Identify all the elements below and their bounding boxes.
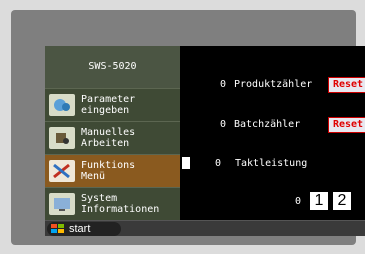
menu-item-label: Parameter eingeben xyxy=(81,94,136,116)
number-2-button[interactable]: 2 xyxy=(333,192,351,210)
menu-item-manual[interactable]: Manuelles Arbeiten xyxy=(45,121,180,154)
functions-icon xyxy=(49,160,75,182)
start-button[interactable]: start xyxy=(47,222,121,236)
manual-work-icon xyxy=(49,127,75,149)
monitor-bezel: SWS-5020 Parameter eingeben Manuelles Ar… xyxy=(11,10,365,245)
hmi-screen: SWS-5020 Parameter eingeben Manuelles Ar… xyxy=(45,46,365,236)
start-label: start xyxy=(69,223,91,235)
menu-item-system-info[interactable]: System Informationen xyxy=(45,187,180,220)
menu-item-parameter[interactable]: Parameter eingeben xyxy=(45,88,180,121)
batchzaehler-reset-button[interactable]: Reset xyxy=(328,117,365,133)
counter-value: 0 xyxy=(295,196,302,207)
produktzaehler-label: Produktzähler xyxy=(234,79,313,90)
menu-item-label: Funktions Menü xyxy=(81,160,136,182)
menu-item-label: Manuelles Arbeiten xyxy=(81,127,136,149)
batchzaehler-value: 0 xyxy=(220,119,227,130)
menu-item-functions[interactable]: Funktions Menü xyxy=(45,154,180,187)
produktzaehler-reset-button[interactable]: Reset xyxy=(328,77,365,93)
taskbar: start xyxy=(45,220,365,236)
menu-item-label: System Informationen xyxy=(81,193,160,215)
taktleistung-value: 0 xyxy=(215,158,222,169)
produktzaehler-value: 0 xyxy=(220,79,227,90)
sidebar-title: SWS-5020 xyxy=(45,46,180,88)
sidebar: SWS-5020 Parameter eingeben Manuelles Ar… xyxy=(45,46,180,220)
system-info-icon xyxy=(49,193,75,215)
taktleistung-label: Taktleistung xyxy=(235,158,308,169)
parameter-icon xyxy=(49,94,75,116)
batchzaehler-label: Batchzähler xyxy=(234,119,301,130)
number-1-button[interactable]: 1 xyxy=(310,192,328,210)
focus-marker xyxy=(182,157,190,169)
windows-logo-icon xyxy=(51,224,65,234)
